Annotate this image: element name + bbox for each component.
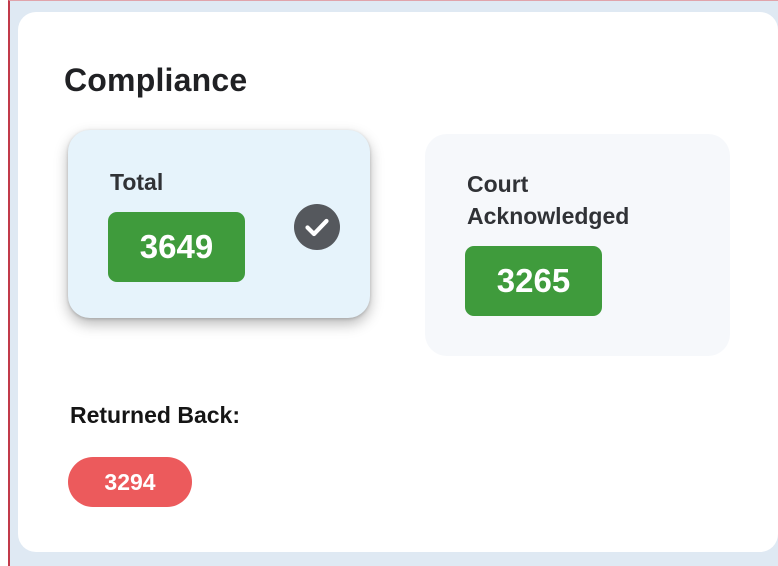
total-label: Total: [110, 169, 164, 195]
total-value-badge: 3649: [108, 212, 245, 282]
court-label-line2: Acknowledged: [467, 203, 630, 229]
returned-back-badge[interactable]: 3294: [68, 457, 192, 507]
returned-back-label: Returned Back:: [70, 402, 240, 428]
court-acknowledged-value-badge: 3265: [465, 246, 602, 316]
court-label-line1: Court: [467, 171, 529, 197]
court-acknowledged-label: Court Acknowledged: [467, 168, 629, 232]
check-circle-icon: [294, 204, 340, 250]
section-title: Compliance: [64, 62, 248, 98]
total-card[interactable]: Total 3649: [68, 130, 370, 318]
court-acknowledged-card[interactable]: Court Acknowledged 3265: [425, 134, 730, 356]
